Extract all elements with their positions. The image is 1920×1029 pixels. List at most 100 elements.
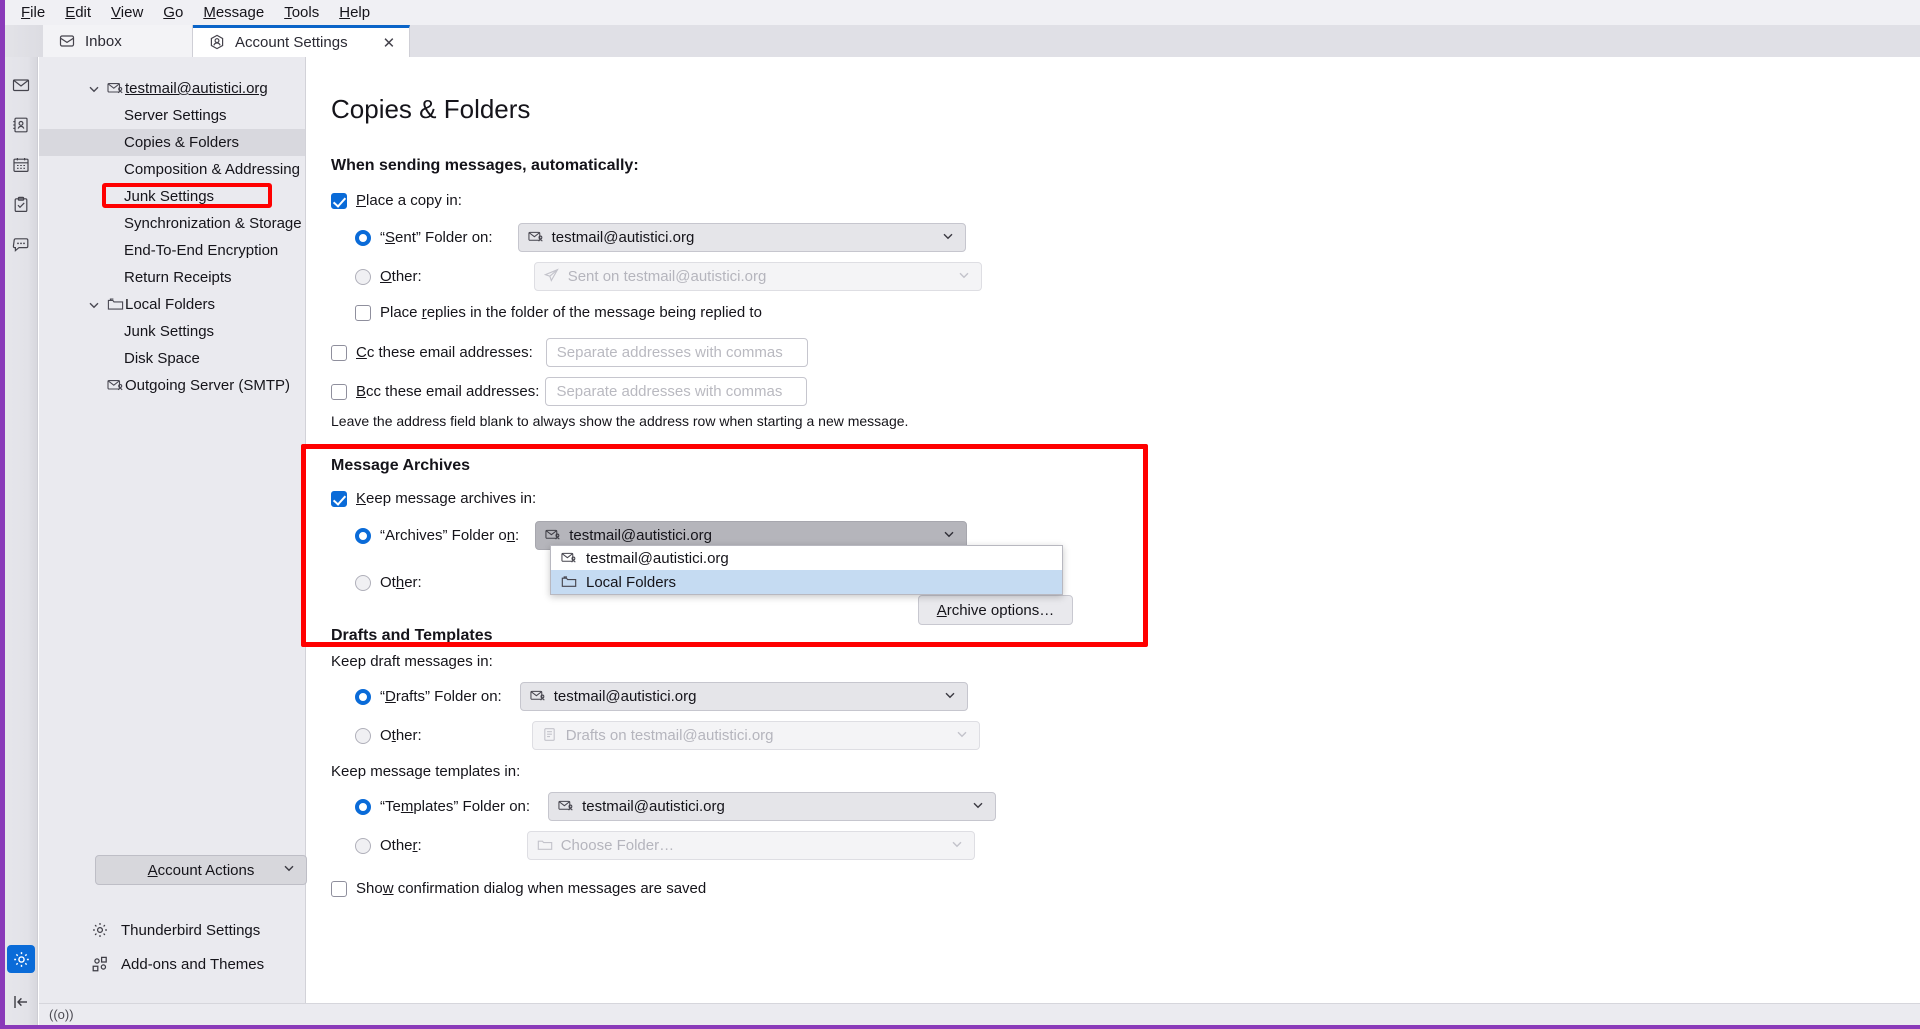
close-icon[interactable]: ✕	[357, 34, 396, 52]
sent-other-row: Other: Sent on testmail@autistici.org	[355, 262, 1920, 291]
sidebar-item-server-settings[interactable]: Server Settings	[39, 102, 305, 129]
account-actions-button[interactable]: Account Actions	[95, 855, 307, 885]
templates-folder-dropdown[interactable]: testmail@autistici.org	[548, 792, 996, 821]
bcc-row: Bcc these email addresses: Separate addr…	[331, 377, 1920, 406]
account-icon	[107, 377, 124, 394]
drafts-folder-dropdown[interactable]: testmail@autistici.org	[520, 682, 968, 711]
cc-row: Cc these email addresses: Separate addre…	[331, 338, 1920, 367]
sidebar-item-return-receipts[interactable]: Return Receipts	[39, 264, 305, 291]
sent-other-radio[interactable]	[355, 269, 371, 285]
tab-bar: Inbox Account Settings ✕	[5, 25, 1920, 57]
tasks-icon[interactable]	[8, 192, 34, 218]
chevron-down-icon[interactable]	[87, 298, 101, 312]
sidebar-item-local-folders[interactable]: Local Folders	[39, 291, 305, 318]
templates-folder-radio[interactable]	[355, 799, 371, 815]
account-icon	[528, 229, 545, 246]
account-icon	[107, 80, 124, 97]
inbox-icon	[59, 33, 76, 50]
drafts-other-radio[interactable]	[355, 728, 371, 744]
collapse-pane-icon[interactable]	[8, 989, 34, 1015]
sidebar-item-account-testmail[interactable]: testmail@autistici.org	[39, 75, 305, 102]
sidebar-item-copies-folders[interactable]: Copies & Folders	[39, 129, 305, 156]
cc-label: Cc these email addresses:	[356, 344, 533, 361]
keep-archives-checkbox[interactable]	[331, 491, 347, 507]
place-replies-checkbox[interactable]	[355, 305, 371, 321]
mail-icon[interactable]	[8, 72, 34, 98]
sidebar-item-local-junk-settings[interactable]: Junk Settings	[39, 318, 305, 345]
sidebar-item-disk-space[interactable]: Disk Space	[39, 345, 305, 372]
cc-checkbox[interactable]	[331, 345, 347, 361]
sent-folder-value: testmail@autistici.org	[552, 229, 695, 246]
archives-folder-dropdown-popup[interactable]: testmail@autistici.org Local Folders	[550, 545, 1063, 595]
archives-other-label: Other:	[380, 574, 422, 591]
sidebar-label: Junk Settings	[124, 323, 214, 340]
sidebar-item-outgoing-server-smtp[interactable]: Outgoing Server (SMTP)	[39, 372, 305, 399]
sent-other-value: Sent on testmail@autistici.org	[568, 268, 767, 285]
archive-options-button[interactable]: Archive options…	[918, 595, 1073, 625]
show-confirmation-label: Show confirmation dialog when messages a…	[356, 880, 706, 897]
menu-help[interactable]: Help	[329, 1, 380, 25]
tab-account-settings[interactable]: Account Settings ✕	[193, 25, 410, 57]
bcc-checkbox[interactable]	[331, 384, 347, 400]
archives-folder-label: “Archives” Folder on:	[380, 527, 519, 544]
chat-icon[interactable]	[8, 232, 34, 258]
sidebar-item-synchronization-storage[interactable]: Synchronization & Storage	[39, 210, 305, 237]
drafts-folder-row: “Drafts” Folder on: testmail@autistici.o…	[355, 682, 1920, 711]
sent-folder-radio[interactable]	[355, 230, 371, 246]
settings-gear-icon[interactable]	[7, 945, 35, 973]
templates-folder-label: “Templates” Folder on:	[380, 798, 530, 815]
chevron-down-icon	[950, 837, 964, 855]
sidebar-item-end-to-end-encryption[interactable]: End-To-End Encryption	[39, 237, 305, 264]
sent-other-dropdown[interactable]: Sent on testmail@autistici.org	[534, 262, 982, 291]
spaces-toolbar	[5, 57, 38, 1025]
drafts-folder-radio[interactable]	[355, 689, 371, 705]
sidebar-label: Outgoing Server (SMTP)	[125, 377, 290, 394]
status-bar: ((o))	[39, 1003, 1920, 1025]
cc-placeholder: Separate addresses with commas	[557, 344, 783, 361]
templates-other-label: Other:	[380, 837, 422, 854]
chevron-down-icon[interactable]	[87, 82, 101, 96]
sent-folder-label: “Sent” Folder on:	[380, 229, 493, 246]
tab-inbox[interactable]: Inbox	[43, 25, 193, 57]
menu-go[interactable]: Go	[153, 1, 193, 25]
sidebar-item-addons-themes[interactable]: Add-ons and Themes	[91, 947, 305, 981]
menu-tools[interactable]: Tools	[274, 1, 329, 25]
archives-other-radio[interactable]	[355, 575, 371, 591]
sent-folder-dropdown[interactable]: testmail@autistici.org	[518, 223, 966, 252]
account-icon	[545, 527, 562, 544]
dropdown-option-testmail[interactable]: testmail@autistici.org	[551, 546, 1062, 570]
chevron-down-icon	[942, 527, 956, 545]
drafts-other-value: Drafts on testmail@autistici.org	[566, 727, 774, 744]
sidebar-item-thunderbird-settings[interactable]: Thunderbird Settings	[91, 913, 305, 947]
address-book-icon[interactable]	[8, 112, 34, 138]
menu-view[interactable]: View	[101, 1, 153, 25]
dropdown-option-local-folders[interactable]: Local Folders	[551, 570, 1062, 594]
place-replies-row: Place replies in the folder of the messa…	[355, 304, 1920, 321]
bcc-label: Bcc these email addresses:	[356, 383, 539, 400]
sidebar-label: Disk Space	[124, 350, 200, 367]
drafts-other-dropdown[interactable]: Drafts on testmail@autistici.org	[532, 721, 980, 750]
chevron-down-icon	[971, 798, 985, 816]
menu-message[interactable]: Message	[193, 1, 274, 25]
sent-icon	[544, 268, 561, 285]
bcc-input[interactable]: Separate addresses with commas	[545, 377, 807, 406]
drafts-icon	[542, 727, 559, 744]
show-confirmation-checkbox[interactable]	[331, 881, 347, 897]
cc-input[interactable]: Separate addresses with commas	[546, 338, 808, 367]
sidebar-item-composition-addressing[interactable]: Composition & Addressing	[39, 156, 305, 183]
templates-other-dropdown[interactable]: Choose Folder…	[527, 831, 975, 860]
sidebar-item-junk-settings[interactable]: Junk Settings	[39, 183, 305, 210]
place-copy-checkbox[interactable]	[331, 193, 347, 209]
sidebar-label: Composition & Addressing	[124, 161, 300, 178]
menu-file[interactable]: File	[11, 1, 55, 25]
archives-folder-radio[interactable]	[355, 528, 371, 544]
sidebar-label: Synchronization & Storage	[124, 215, 302, 232]
templates-other-row: Other: Choose Folder…	[355, 831, 1920, 860]
templates-other-radio[interactable]	[355, 838, 371, 854]
calendar-icon[interactable]	[8, 152, 34, 178]
menu-edit[interactable]: Edit	[55, 1, 101, 25]
sidebar-label: End-To-End Encryption	[124, 242, 278, 259]
tab-label-account-settings: Account Settings	[235, 34, 348, 51]
place-replies-label: Place replies in the folder of the messa…	[380, 304, 762, 321]
chevron-down-icon	[943, 688, 957, 706]
